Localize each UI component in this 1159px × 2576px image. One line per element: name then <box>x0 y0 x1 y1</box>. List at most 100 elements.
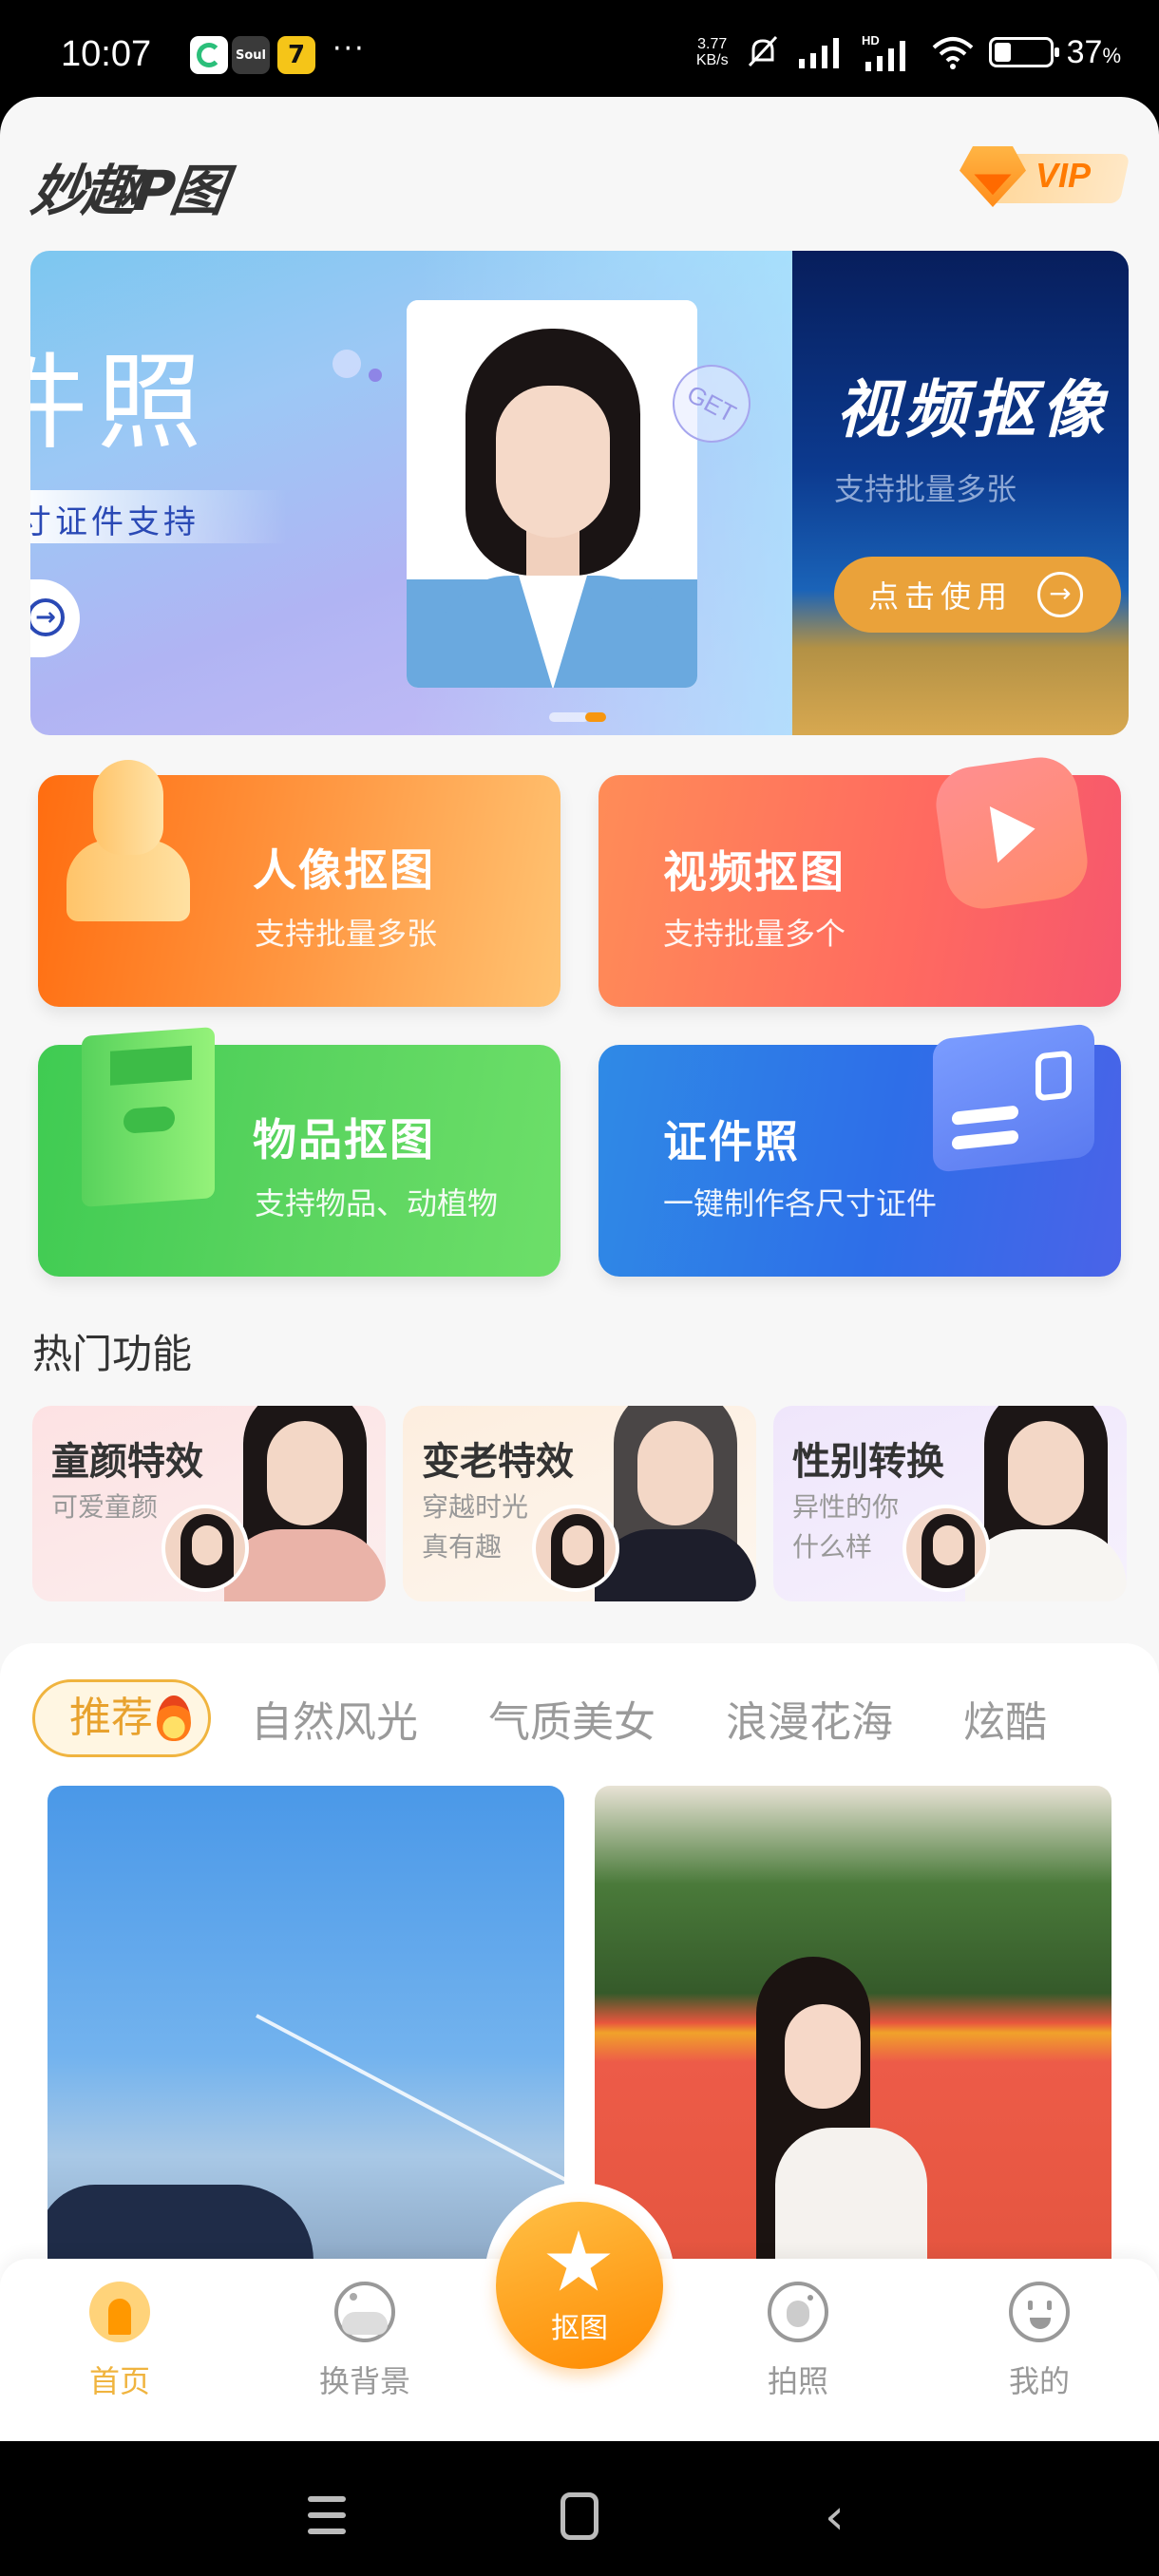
banner-carousel[interactable]: 件照 寸证件支持 → GET 视频抠像 支持批量多张 点击使用 → <box>30 251 1129 735</box>
battery-icon <box>988 37 1059 67</box>
template-card-tulip-field[interactable] <box>595 1786 1112 2280</box>
network-speed-unit: KB/s <box>695 52 729 68</box>
feature-portrait-matting[interactable]: 人像抠图 支持批量多张 <box>38 760 560 1007</box>
feature-video-matting[interactable]: 视频抠图 支持批量多个 <box>598 752 1121 1007</box>
tab-label: 首页 <box>88 2363 150 2399</box>
tab-change-background[interactable]: 换背景 <box>298 2282 431 2401</box>
portrait-bust-icon <box>66 760 190 921</box>
feature-subtitle: 支持批量多个 <box>663 916 846 952</box>
contrail-graphic <box>256 2014 564 2188</box>
banner-slide-id-photo[interactable]: 件照 寸证件支持 → GET <box>30 251 792 735</box>
feature-title: 视频抠图 <box>663 846 846 898</box>
page-indicator-track <box>549 712 589 722</box>
recent-apps-button[interactable] <box>308 2496 346 2534</box>
hot-feature-title: 童颜特效 <box>51 1440 203 1484</box>
use-button-label: 点击使用 <box>868 578 1014 615</box>
battery-percent: 37% <box>1066 33 1121 70</box>
banner-slide-video-matting[interactable]: 视频抠像 支持批量多张 点击使用 → <box>792 251 1129 735</box>
network-speed: 3.77 KB/s <box>696 36 729 68</box>
original-photo-thumbnail <box>532 1505 619 1592</box>
tab-elegant-beauty[interactable]: 气质美女 <box>488 1688 656 1749</box>
tab-matting-center-button[interactable]: 抠图 <box>496 2202 663 2369</box>
page-indicator-active <box>585 712 606 722</box>
arrow-right-circle-icon: → <box>30 598 65 636</box>
smiley-face-icon <box>1009 2282 1070 2342</box>
network-speed-value: 3.77 <box>697 36 728 52</box>
mute-bell-icon <box>748 35 777 67</box>
status-time: 10:07 <box>61 34 152 74</box>
feature-object-matting[interactable]: 物品抠图 支持物品、动植物 <box>38 1027 560 1277</box>
tab-label: 我的 <box>1008 2363 1070 2399</box>
hot-feature-child-face[interactable]: 童颜特效 可爱童颜 <box>32 1406 386 1601</box>
feature-title: 人像抠图 <box>253 844 435 896</box>
feature-title: 证件照 <box>663 1116 800 1167</box>
camera-lens-icon <box>768 2282 828 2342</box>
video-play-icon <box>931 752 1092 914</box>
tab-label: 拍照 <box>767 2363 828 2399</box>
banner-use-button[interactable]: 点击使用 → <box>834 557 1121 633</box>
app-logo: 妙趣P图 <box>27 159 227 223</box>
tab-home[interactable]: 首页 <box>53 2282 186 2401</box>
hot-feature-title: 变老特效 <box>422 1440 574 1484</box>
tab-romantic-flowers[interactable]: 浪漫花海 <box>726 1688 893 1749</box>
svg-text:HD: HD <box>862 33 880 47</box>
tab-recommended[interactable]: 推荐 <box>32 1679 211 1757</box>
feature-subtitle: 支持批量多张 <box>255 916 438 952</box>
home-icon <box>89 2282 150 2342</box>
id-photo-sample <box>407 300 697 688</box>
feature-title: 物品抠图 <box>253 1114 435 1165</box>
hot-feature-desc: 穿越时光真有趣 <box>422 1491 529 1563</box>
hot-feature-title: 性别转换 <box>792 1440 944 1484</box>
tab-cool[interactable]: 炫酷 <box>963 1688 1047 1749</box>
hot-feature-desc: 可爱童颜 <box>51 1491 159 1523</box>
hot-feature-desc: 异性的你什么样 <box>792 1491 900 1563</box>
hot-features-heading: 热门功能 <box>32 1331 193 1377</box>
system-navigation-bar: ‹ <box>0 2441 1159 2576</box>
arrow-right-circle-icon: → <box>1037 572 1084 617</box>
original-photo-thumbnail <box>902 1505 990 1592</box>
more-notifications-icon: ··· <box>332 32 366 66</box>
banner-page-indicator <box>549 712 606 722</box>
battery-level <box>994 43 1011 62</box>
signal-hd-icon: HD <box>862 33 905 71</box>
banner-slide-title: 件照 <box>30 342 211 464</box>
status-bar: 10:07 Soul 7 ··· 3.77 KB/s HD 37% <box>0 0 1159 104</box>
box-icon <box>82 1027 215 1207</box>
tab-nature-scenery[interactable]: 自然风光 <box>251 1688 418 1749</box>
vip-label: VIP <box>1036 156 1092 195</box>
feature-subtitle: 一键制作各尺寸证件 <box>663 1185 938 1222</box>
woman-figure <box>737 1957 927 2280</box>
decorative-bubble <box>332 350 361 378</box>
category-tabs: 推荐 自然风光 气质美女 浪漫花海 炫酷 <box>32 1679 1117 1757</box>
landscape-icon <box>334 2282 395 2342</box>
fire-icon <box>157 1695 191 1741</box>
back-button[interactable]: ‹ <box>825 2492 845 2542</box>
id-card-icon <box>933 1023 1094 1173</box>
child-portrait-image <box>224 1406 386 1601</box>
banner-go-button[interactable]: → <box>30 579 80 657</box>
original-photo-thumbnail <box>162 1505 249 1592</box>
signal-icon <box>798 38 839 68</box>
vip-button[interactable]: VIP <box>954 146 1130 207</box>
banner-slide-subtitle: 支持批量多张 <box>834 471 1017 507</box>
hot-feature-aging[interactable]: 变老特效 穿越时光真有趣 <box>403 1406 756 1601</box>
tab-label: 换背景 <box>318 2363 410 2399</box>
home-button[interactable] <box>560 2492 598 2540</box>
tab-label: 推荐 <box>69 1694 153 1742</box>
tab-label: 抠图 <box>551 2312 608 2345</box>
cat-7-app-icon: 7 <box>277 36 315 74</box>
template-card-airplane[interactable] <box>48 1786 564 2280</box>
magic-wand-star-icon <box>546 2230 611 2291</box>
decorative-bubble <box>369 369 382 382</box>
tab-take-photo[interactable]: 拍照 <box>732 2282 864 2401</box>
banner-slide-title: 视频抠像 <box>836 373 1110 446</box>
green-swirl-app-icon <box>190 36 228 74</box>
soul-app-icon: Soul <box>232 36 270 74</box>
hot-feature-gender-swap[interactable]: 性别转换 异性的你什么样 <box>773 1406 1127 1601</box>
feature-id-photo[interactable]: 证件照 一键制作各尺寸证件 <box>598 1023 1121 1277</box>
feature-subtitle: 支持物品、动植物 <box>255 1185 499 1222</box>
tab-profile[interactable]: 我的 <box>973 2282 1106 2401</box>
wifi-icon <box>932 37 973 69</box>
aged-portrait-image <box>595 1406 756 1601</box>
app-screen: 妙趣P图 VIP 件照 寸证件支持 → GET 视频抠像 支持批量多张 点击使用… <box>0 97 1159 2441</box>
